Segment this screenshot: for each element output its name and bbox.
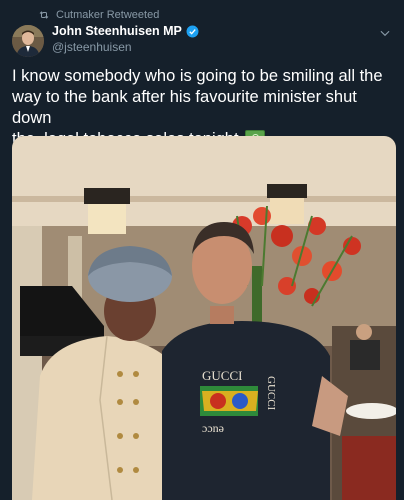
retweet-icon — [39, 11, 49, 19]
shirt-text-top: GUCCI — [202, 368, 242, 383]
chevron-down-icon[interactable] — [378, 26, 392, 40]
tweet-card[interactable]: Cutmaker Retweeted John Steenhuisen MP @… — [0, 0, 404, 500]
display-name[interactable]: John Steenhuisen MP — [52, 24, 182, 38]
retweet-label[interactable]: Cutmaker Retweeted — [56, 9, 159, 21]
avatar[interactable] — [12, 25, 44, 57]
shirt-text-side: GUCCI — [265, 376, 277, 411]
verified-badge-icon — [186, 25, 199, 37]
tweet-text-line-1: I know somebody who is going to be smili… — [12, 67, 383, 85]
shirt-text-bottom: ɔɔnә — [202, 421, 224, 435]
author-name-row[interactable]: John Steenhuisen MP — [52, 24, 199, 38]
photo-image: GUCCI ɔɔnә GUCCI — [12, 136, 396, 500]
retweet-indicator: Cutmaker Retweeted — [38, 8, 159, 22]
avatar-image — [12, 25, 44, 57]
author-handle[interactable]: @jsteenhuisen — [52, 40, 132, 54]
tweet-photo[interactable]: GUCCI ɔɔnә GUCCI — [12, 136, 396, 500]
tweet-text-line-2: way to the bank after his favourite mini… — [12, 88, 357, 127]
